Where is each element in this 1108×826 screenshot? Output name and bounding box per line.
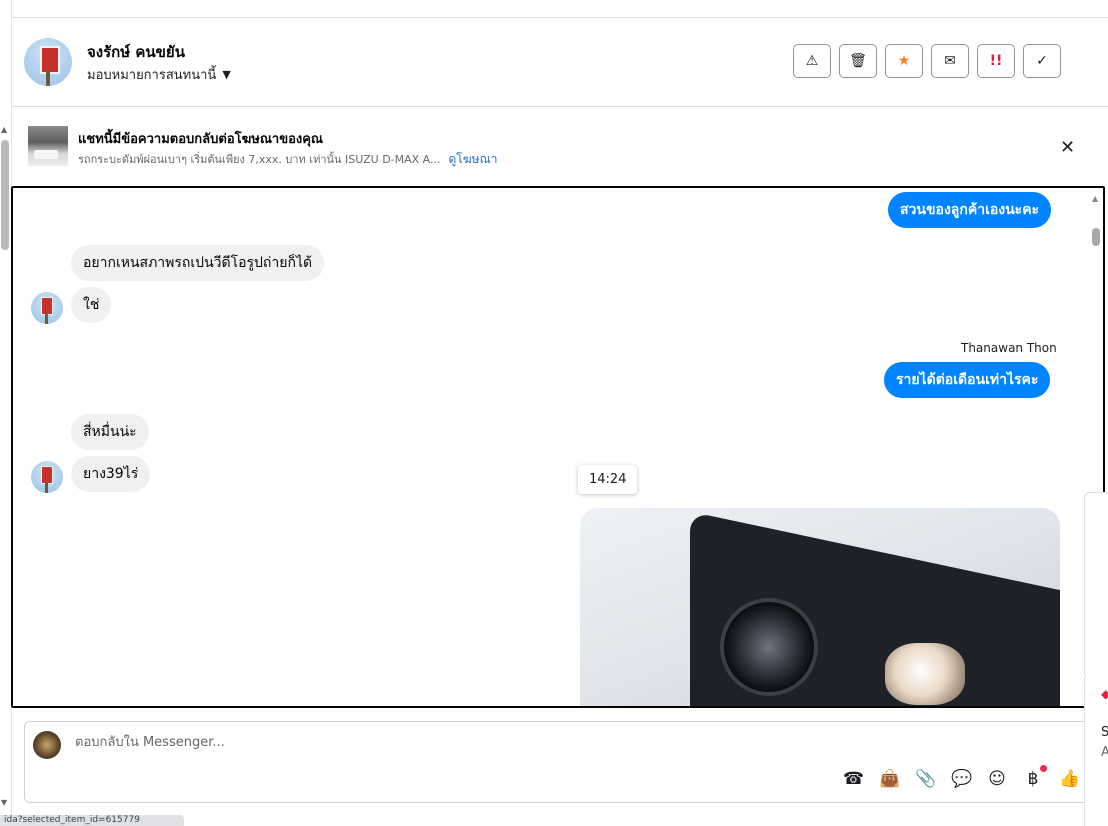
assign-label: มอบหมายการสนทนานี้ (87, 68, 217, 83)
conversation-header: จงรักษ์ คนขยัน มอบหมายการสนทนานี้ ▼ ⚠ 🗑 … (12, 18, 1108, 107)
double-exclamation-icon: !! (989, 53, 1003, 69)
paperclip-icon[interactable]: 📎 (915, 769, 936, 789)
contact-avatar-small[interactable] (31, 292, 63, 324)
envelope-icon: ✉ (944, 53, 956, 69)
message-incoming[interactable]: ใช่ (71, 287, 112, 323)
checkmark-icon: ✓ (1036, 53, 1048, 69)
shopping-bag-icon[interactable]: 👜 (879, 769, 900, 789)
thread-scrollbar-thumb[interactable] (1092, 228, 1100, 246)
image-attachment[interactable] (580, 508, 1060, 706)
top-bar (0, 0, 1108, 18)
caret-down-icon: ▼ (222, 68, 231, 81)
contact-name[interactable]: จงรักษ์ คนขยัน (87, 40, 185, 64)
assign-conversation-dropdown[interactable]: มอบหมายการสนทนานี้ ▼ (87, 64, 231, 85)
scroll-up-arrow-icon[interactable]: ▲ (1092, 194, 1098, 203)
timestamp-tooltip: 14:24 (578, 465, 638, 494)
view-ad-link[interactable]: ดูโฆษณา (449, 152, 498, 166)
reply-input[interactable] (73, 734, 777, 751)
contact-avatar[interactable] (24, 38, 72, 86)
thumbs-up-icon[interactable]: 👍 (1059, 769, 1080, 789)
message-thread[interactable]: สวนของลูกค้าเองนะคะ อยากเหนสภาพรถเปนวีดี… (11, 186, 1105, 708)
report-spam-button[interactable]: ⚠ (793, 44, 831, 78)
ad-banner-subtitle: รถกระบะดัมพ์ผ่อนเบาๆ เริ่มต้นเพียง 7,xxx… (78, 150, 497, 169)
warning-icon: ⚠ (805, 53, 819, 69)
message-incoming[interactable]: ยาง39ไร่ (71, 456, 151, 492)
message-outgoing[interactable]: สวนของลูกค้าเองนะคะ (888, 192, 1052, 228)
chat-bubble-icon[interactable]: 💬 (951, 769, 972, 789)
notification-dot (1040, 765, 1047, 772)
close-icon[interactable]: ✕ (1060, 137, 1075, 158)
side-panel-lower: ◆ S A (1084, 677, 1108, 826)
scroll-down-arrow-icon[interactable]: ▼ (1, 798, 7, 807)
follow-up-button[interactable]: !! (977, 44, 1015, 78)
trash-icon: 🗑 (849, 53, 867, 69)
side-panel-text-s: S (1101, 725, 1108, 740)
side-panel-text-a: A (1101, 745, 1108, 760)
delete-button[interactable]: 🗑 (839, 44, 877, 78)
scroll-up-arrow-icon[interactable]: ▲ (1, 125, 7, 134)
composer-tools: ☎ 👜 📎 💬 ☺ ฿ 👍 (843, 765, 1080, 789)
reply-composer: ☎ 👜 📎 💬 ☺ ฿ 👍 (24, 721, 1094, 803)
mark-unread-button[interactable]: ✉ (931, 44, 969, 78)
browser-status-url: ida?selected_item_id=615779 (0, 815, 184, 826)
mark-done-button[interactable]: ✓ (1023, 44, 1061, 78)
sender-name: Thanawan Thon (961, 341, 1057, 355)
side-panel-icon[interactable]: ◆ (1101, 687, 1108, 701)
page-avatar (33, 731, 61, 759)
ad-reply-banner: แชทนี้มีข้อความตอบกลับต่อโฆษณาของคุณ รถก… (12, 107, 1108, 186)
scrollbar-thumb[interactable] (1, 140, 9, 250)
side-panel-card[interactable] (1084, 492, 1108, 679)
ad-thumbnail[interactable] (28, 126, 68, 166)
message-outgoing[interactable]: รายได้ต่อเดือนเท่าไรคะ (884, 362, 1051, 398)
star-button[interactable]: ★ (885, 44, 923, 78)
baht-payment-icon[interactable]: ฿ (1023, 765, 1047, 789)
ad-description: รถกระบะดัมพ์ผ่อนเบาๆ เริ่มต้นเพียง 7,xxx… (78, 153, 441, 166)
contact-avatar-small[interactable] (31, 461, 63, 493)
emoji-icon[interactable]: ☺ (987, 769, 1007, 789)
phone-add-icon[interactable]: ☎ (843, 769, 864, 789)
star-icon: ★ (897, 53, 911, 69)
message-incoming[interactable]: สี่หมื่นน่ะ (71, 414, 149, 450)
message-incoming[interactable]: อยากเหนสภาพรถเปนวีดีโอรูปถ่ายก็ได้ (71, 245, 325, 281)
header-actions: ⚠ 🗑 ★ ✉ !! ✓ (793, 44, 1061, 78)
ad-banner-title: แชทนี้มีข้อความตอบกลับต่อโฆษณาของคุณ (78, 132, 323, 147)
baht-icon: ฿ (1027, 769, 1039, 789)
